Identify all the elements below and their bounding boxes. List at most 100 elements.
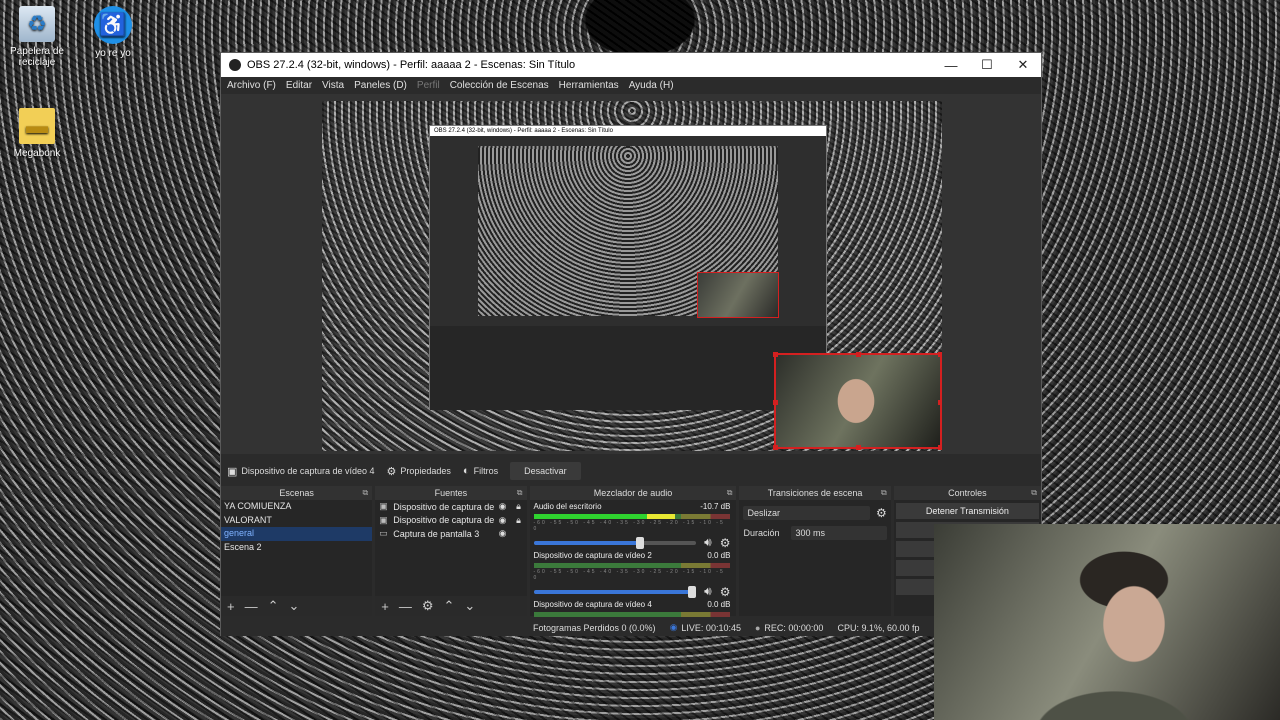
volume-meter [533,612,731,617]
camera-icon: ▣ [379,514,388,525]
scene-item[interactable]: VALORANT [221,514,372,528]
channel-name: Dispositivo de captura de vídeo 4 [533,600,652,609]
transitions-dock: Transiciones de escena ⧉ Deslizar ⚙ Dura… [739,486,891,616]
resize-handle[interactable] [938,400,942,405]
window-title: OBS 27.2.4 (32-bit, windows) - Perfil: a… [247,59,576,71]
mixer-channel: Dispositivo de captura de vídeo 4 0.0 dB [530,598,737,618]
volume-meter [533,563,731,568]
volume-meter [533,514,731,519]
resize-handle[interactable] [938,352,942,357]
mixer-channel: Dispositivo de captura de vídeo 2 0.0 dB … [530,549,737,599]
menu-ayuda[interactable]: Ayuda (H) [629,80,674,91]
scenes-title: Escenas [279,488,314,498]
resize-handle[interactable] [773,400,778,405]
scenes-footer: + — ⌃ ⌄ [221,596,373,616]
add-scene-button[interactable]: + [227,599,235,614]
maximize-button[interactable]: ☐ [969,53,1005,77]
monitor-icon: ▭ [379,528,388,539]
audio-mixer-dock: Mezclador de audio ⧉ Audio del escritori… [529,486,737,618]
meter-ticks: -60 -55 -50 -45 -40 -35 -30 -25 -20 -15 … [533,569,725,581]
folder-icon: ▬ [19,108,55,144]
scene-item[interactable]: YA COMIUENZA [221,500,372,514]
menu-archivo[interactable]: Archivo (F) [227,80,276,91]
menu-herramientas[interactable]: Herramientas [559,80,619,91]
resize-handle[interactable] [856,445,861,450]
volume-slider[interactable] [533,536,697,549]
mixer-channels: Audio del escritorio -10.7 dB -60 -55 -50… [530,500,737,618]
title-bar[interactable]: OBS 27.2.4 (32-bit, windows) - Perfil: a… [221,53,1041,77]
menu-perfil[interactable]: Perfil [417,80,440,91]
resize-handle[interactable] [856,352,861,357]
speaker-icon[interactable]: 🔊︎ [704,584,712,599]
obs-window: OBS 27.2.4 (32-bit, windows) - Perfil: a… [220,52,1042,636]
gear-icon[interactable]: ⚙ [720,536,731,550]
rec-indicator-icon: ● [754,622,761,633]
channel-db: 0.0 dB [707,551,731,560]
accessibility-icon: ♿ [94,6,132,44]
channel-db: -10.7 dB [700,502,731,511]
scene-item[interactable]: Escena 2 [221,541,372,555]
resize-handle[interactable] [773,352,778,357]
undock-icon[interactable]: ⧉ [727,486,733,500]
speaker-icon[interactable]: 🔊︎ [704,535,712,550]
add-source-button[interactable]: + [381,599,389,614]
undock-icon[interactable]: ⧉ [881,486,887,500]
transition-select[interactable]: Deslizar [743,506,870,520]
webcam-source-selected[interactable] [773,352,942,450]
resize-handle[interactable] [773,445,778,450]
minimize-button[interactable]: — [933,53,969,77]
recycle-bin-label: Papelera de reciclaje [10,46,64,68]
eye-icon[interactable]: ◉ [495,501,511,512]
selected-source-name: Dispositivo de captura de vídeo 4 [241,466,375,476]
properties-label: Propiedades [400,466,451,476]
menu-vista[interactable]: Vista [322,80,344,91]
menu-editar[interactable]: Editar [286,80,312,91]
undock-icon[interactable]: ⧉ [363,486,369,500]
source-item[interactable]: ▭ Captura de pantalla 3 ◉ [375,527,526,541]
duration-spinbox[interactable]: 300 ms [791,526,887,540]
menu-coleccion-escenas[interactable]: Colección de Escenas [450,80,549,91]
volume-slider[interactable] [533,585,697,598]
properties-button[interactable]: ⚙ Propiedades [387,465,451,478]
source-item[interactable]: ▣ Dispositivo de captura de ◉ 🔒︎ [375,500,526,514]
yo-re-yo-shortcut[interactable]: ♿ yo re yo [76,6,150,59]
stop-streaming-button[interactable]: Detener Transmisión [895,503,1039,519]
eye-icon[interactable]: ◉ [495,528,511,539]
slider-knob[interactable] [688,585,697,598]
source-settings-button[interactable]: ⚙ [422,598,434,614]
recycle-bin-shortcut[interactable]: ♻ Papelera de reciclaje [0,6,74,68]
megabonk-shortcut[interactable]: ▬ Megabonk [0,108,74,159]
dock-area: Escenas ⧉ YA COMIUENZA VALORANT general … [221,486,1041,618]
undock-icon[interactable]: ⧉ [517,486,523,500]
move-down-button[interactable]: ⌄ [464,598,475,614]
nested-obs-capture: OBS 27.2.4 (32-bit, windows) - Perfil: a… [429,125,827,410]
eye-icon[interactable]: ◉ [495,515,511,526]
gear-icon[interactable]: ⚙ [720,585,731,599]
camera-icon: ▣ [227,465,238,478]
undock-icon[interactable]: ⧉ [1031,486,1037,500]
meter-ticks: -60 -55 -50 -45 -40 -35 -30 -25 -20 -15 … [533,520,725,532]
webcam-overlay [934,524,1280,720]
scene-item-selected[interactable]: general [221,527,373,541]
close-button[interactable]: ✕ [1005,53,1041,77]
source-toolbar: ▣ Dispositivo de captura de vídeo 4 ⚙ Pr… [221,459,1041,483]
transitions-header: Transiciones de escena ⧉ [739,486,891,500]
resize-handle[interactable] [938,445,942,450]
program-preview[interactable]: OBS 27.2.4 (32-bit, windows) - Perfil: a… [322,101,942,451]
mixer-title: Mezclador de audio [593,488,673,498]
filters-button[interactable]: ◐ Filtros [463,465,498,477]
move-down-button[interactable]: ⌄ [289,598,300,614]
deactivate-button[interactable]: Desactivar [510,462,581,480]
move-up-button[interactable]: ⌃ [444,598,455,614]
gear-icon[interactable]: ⚙ [876,506,887,520]
menu-paneles[interactable]: Paneles (D) [354,80,407,91]
recycle-bin-icon: ♻ [19,6,55,42]
lock-icon[interactable]: 🔒︎ [511,515,527,526]
move-up-button[interactable]: ⌃ [268,598,279,614]
lock-icon[interactable]: 🔒︎ [511,501,527,512]
slider-knob[interactable] [636,536,645,549]
source-item[interactable]: ▣ Dispositivo de captura de ◉ 🔒︎ [375,514,526,528]
live-indicator-icon: ◉ [669,622,678,632]
remove-source-button[interactable]: — [399,599,412,614]
remove-scene-button[interactable]: — [245,599,258,614]
